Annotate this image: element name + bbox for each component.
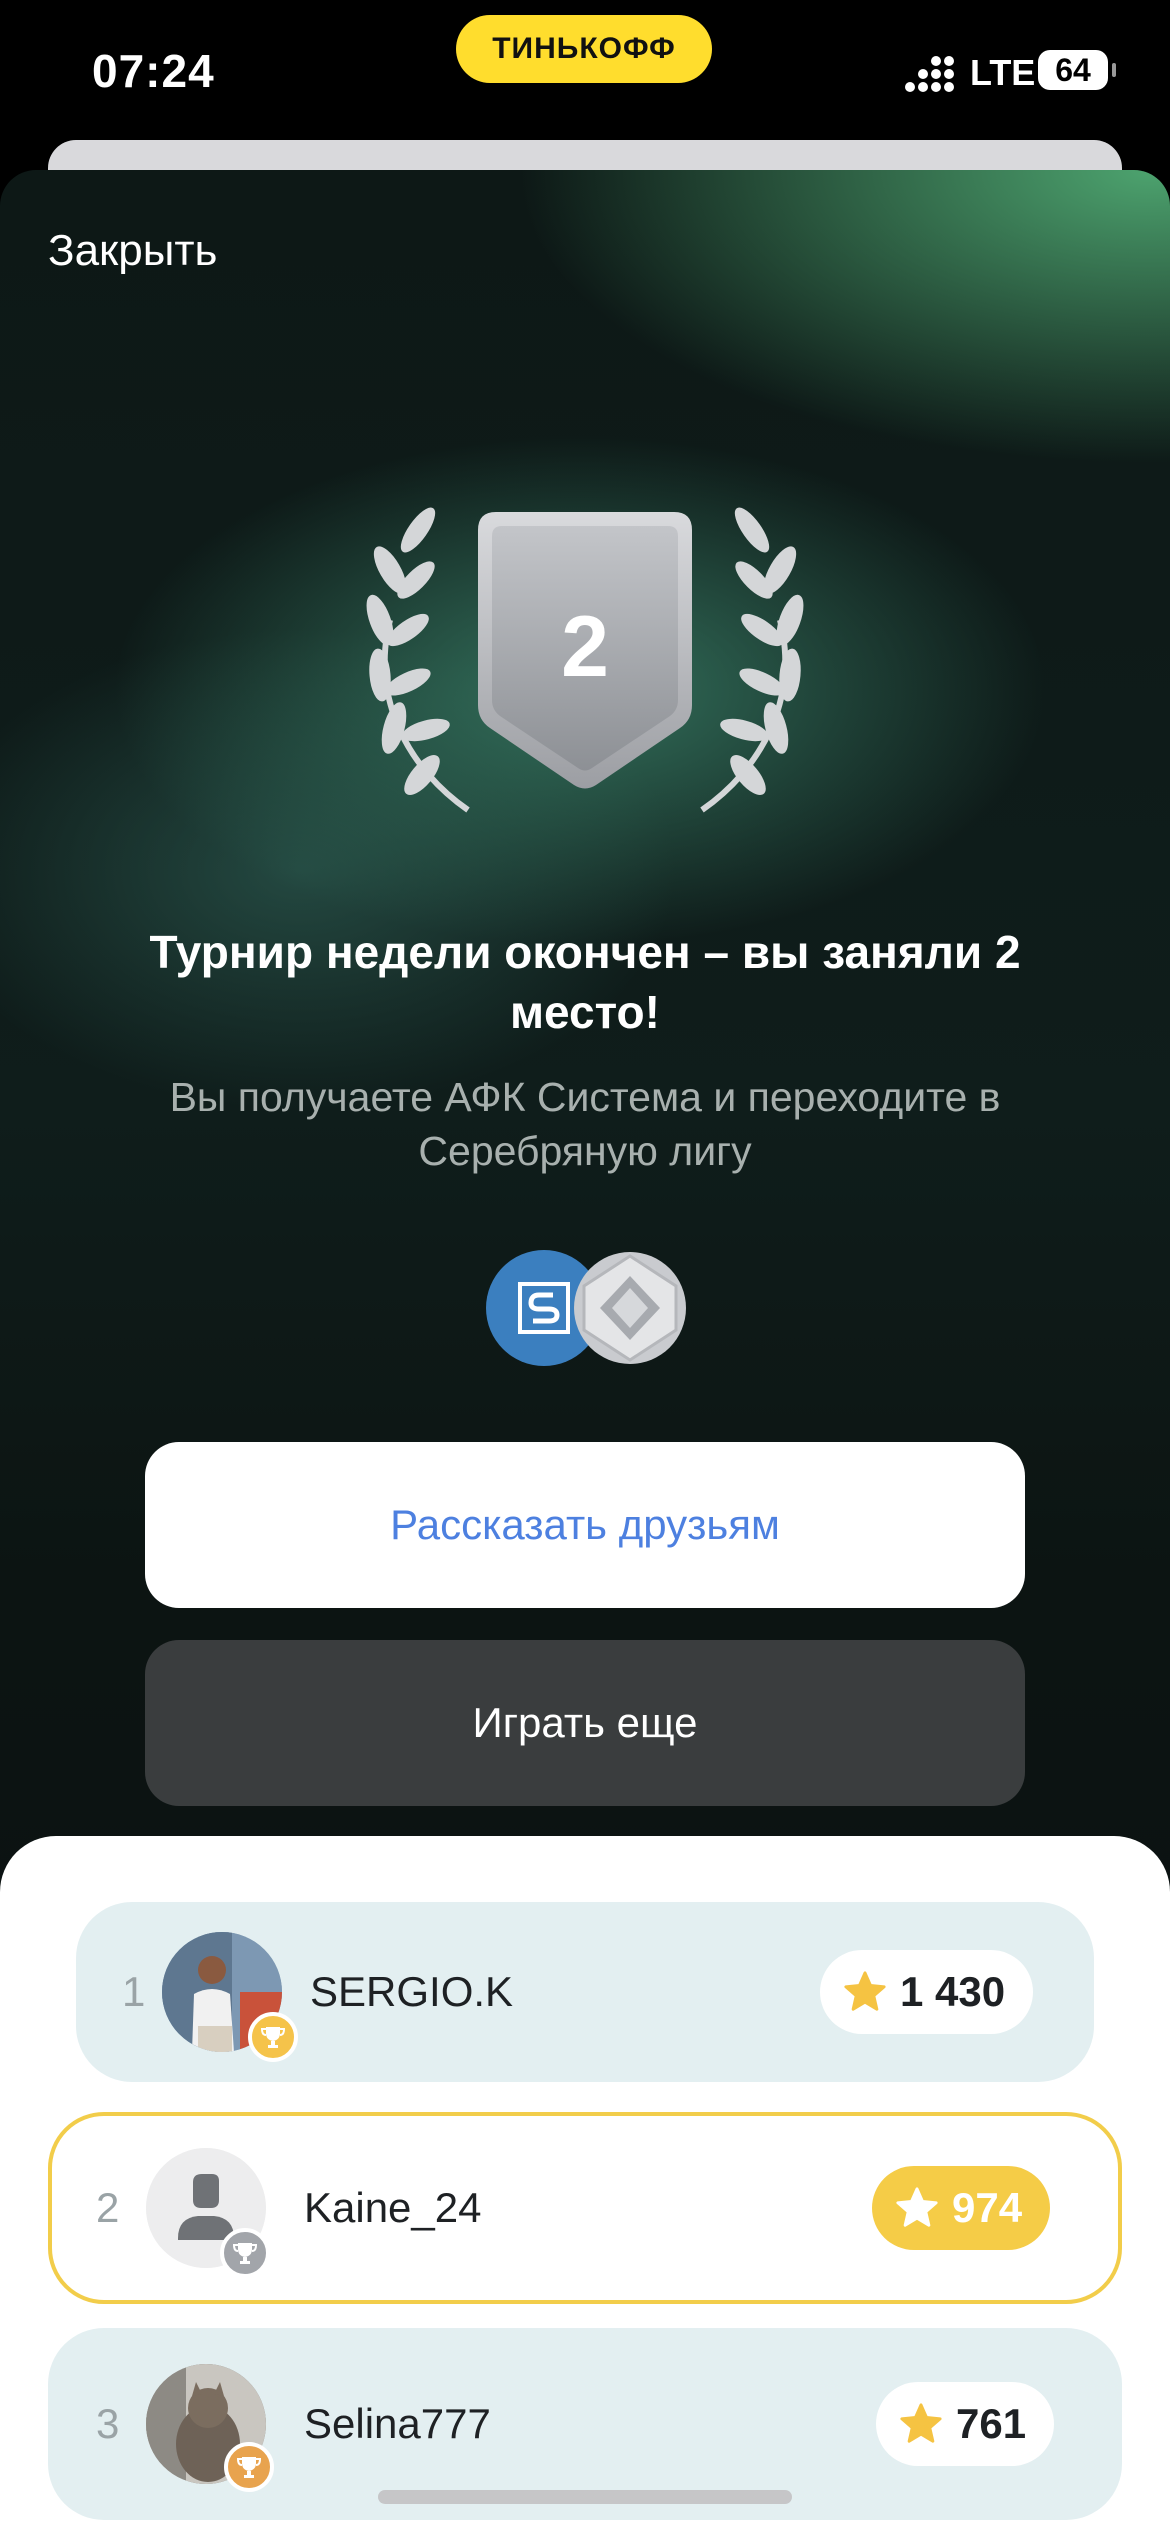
place-award: 2	[350, 500, 820, 840]
player-name: SERGIO.K	[310, 1968, 514, 2015]
status-bar: 07:24 ТИНЬКОФФ LTE 64	[0, 0, 1170, 150]
home-indicator[interactable]	[378, 2490, 792, 2504]
score-badge: 974	[872, 2166, 1051, 2250]
rank-number: 1	[122, 1968, 146, 2015]
play-again-button[interactable]: Играть еще	[145, 1640, 1025, 1806]
network-type: LTE	[970, 52, 1036, 93]
score-badge: 761	[876, 2382, 1055, 2466]
player-name: Selina777	[304, 2400, 491, 2447]
leaderboard: 1 SERGIO.K 1 430 2 Kaine_24 974 3 Selina…	[0, 1836, 1170, 2532]
score-value: 761	[956, 2400, 1027, 2447]
silver-trophy-icon	[220, 2228, 270, 2278]
rank-number: 2	[96, 2184, 120, 2231]
bank-logo-pill: ТИНЬКОФФ	[456, 15, 712, 83]
rank-number: 3	[96, 2400, 120, 2447]
star-icon	[896, 2187, 938, 2227]
leaderboard-row[interactable]: 1 SERGIO.K 1 430	[76, 1902, 1094, 2082]
result-title: Турнир недели окончен – вы заняли 2 мест…	[149, 926, 1021, 1038]
star-icon	[900, 2403, 942, 2443]
share-with-friends-button[interactable]: Рассказать друзьям	[145, 1442, 1025, 1608]
star-icon	[844, 1971, 886, 2011]
place-number: 2	[561, 599, 609, 695]
status-time: 07:24	[92, 45, 215, 97]
score-value: 974	[952, 2184, 1023, 2231]
score-badge: 1 430	[820, 1950, 1034, 2034]
gold-trophy-icon	[248, 2012, 298, 2062]
signal-icon	[905, 56, 954, 94]
player-name: Kaine_24	[304, 2184, 482, 2231]
battery-icon: 64	[1038, 50, 1116, 90]
leaderboard-row-current-user[interactable]: 2 Kaine_24 974	[48, 2112, 1122, 2304]
silver-league-icon	[574, 1252, 686, 1364]
result-subtitle: Вы получаете АФК Система и переходите в …	[169, 1074, 1001, 1174]
close-button[interactable]: Закрыть	[48, 226, 217, 276]
score-value: 1 430	[900, 1968, 1006, 2015]
bronze-trophy-icon	[224, 2442, 274, 2492]
rewards	[486, 1250, 686, 1370]
battery-level: 64	[1055, 51, 1091, 88]
